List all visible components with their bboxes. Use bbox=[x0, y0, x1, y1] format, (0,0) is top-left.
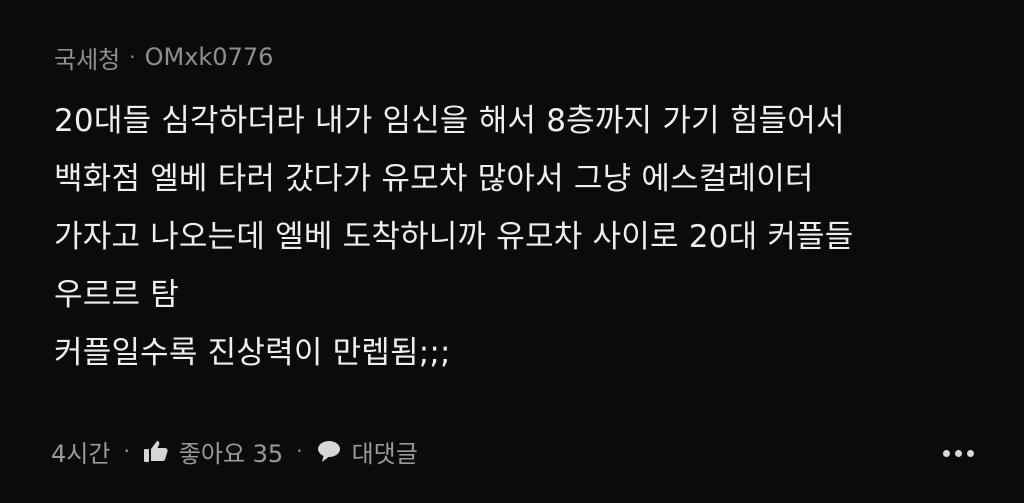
comment-meta: 국세청 · OMxk0776 bbox=[54, 36, 994, 78]
comment-line: 가자고 나오는데 엘베 도착하니까 유모차 사이로 20대 커플들 bbox=[54, 219, 854, 255]
comment-body: 20대들 심각하더라 내가 임신을 해서 8층까지 가기 힘들어서 백화점 엘베… bbox=[54, 92, 994, 382]
speech-bubble-icon bbox=[316, 439, 342, 463]
reply-button[interactable]: 대댓글 bbox=[316, 434, 418, 469]
more-dot bbox=[955, 450, 962, 457]
comment-footer: 4시간 · 좋아요 35 · 대댓글 bbox=[51, 430, 1001, 472]
footer-separator: · bbox=[296, 439, 303, 463]
reply-label: 대댓글 bbox=[351, 439, 418, 468]
thumbs-up-icon bbox=[143, 439, 169, 463]
board-category[interactable]: 국세청 bbox=[54, 40, 120, 75]
meta-separator: · bbox=[129, 45, 136, 69]
like-label: 좋아요 35 bbox=[178, 439, 284, 468]
comment-line: 20대들 심각하더라 내가 임신을 해서 8층까지 가기 힘들어서 bbox=[54, 103, 845, 139]
footer-separator: · bbox=[123, 439, 130, 463]
like-button[interactable]: 좋아요 35 bbox=[143, 434, 283, 469]
comment-line: 백화점 엘베 타러 갔다가 유모차 많아서 그냥 에스컬레이터 bbox=[54, 161, 814, 197]
more-button[interactable] bbox=[943, 450, 974, 457]
comment-line: 우르르 탐 bbox=[54, 277, 179, 313]
author-name[interactable]: OMxk0776 bbox=[145, 43, 274, 71]
comment: 국세청 · OMxk0776 20대들 심각하더라 내가 임신을 해서 8층까지… bbox=[54, 36, 994, 382]
comment-time: 4시간 bbox=[51, 439, 111, 468]
more-dot bbox=[967, 450, 974, 457]
more-dot bbox=[943, 450, 950, 457]
comment-line: 커플일수록 진상력이 만렙됨;;; bbox=[54, 335, 451, 371]
